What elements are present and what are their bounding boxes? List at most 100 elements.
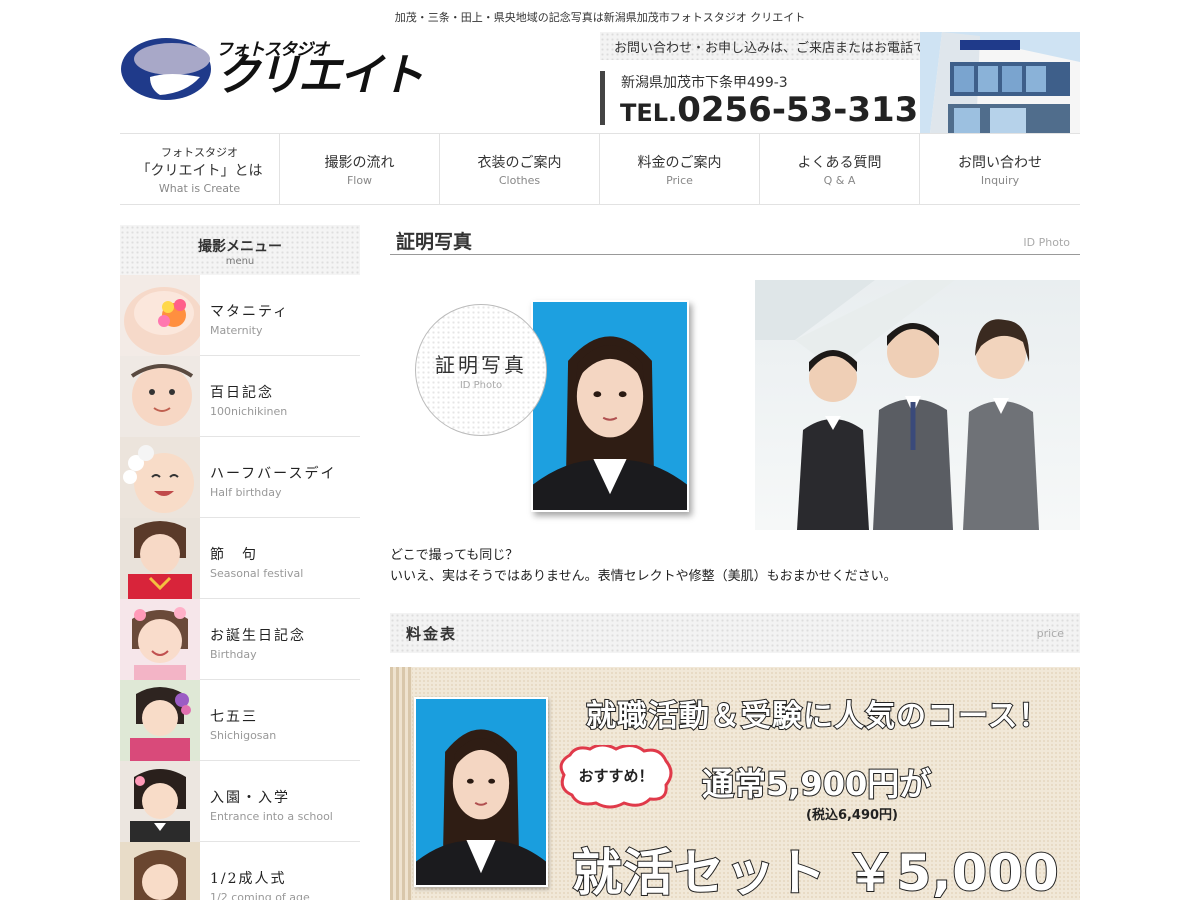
sidebar-text: 1/2成人式 1/2 coming of age ceremony xyxy=(200,842,360,900)
nav-inquiry-en: Inquiry xyxy=(980,173,1020,187)
nav-inquiry[interactable]: お問い合わせ Inquiry xyxy=(920,134,1080,204)
hero-label-circle: 証明写真 ID Photo xyxy=(415,304,547,436)
sidebar-item-label: お誕生日記念 xyxy=(210,628,306,644)
hero-visual: 証明写真 ID Photo xyxy=(390,280,1080,530)
sidebar-item-half-birthday[interactable]: ハーフバースデイ Half birthday xyxy=(120,437,360,518)
sidebar-item-100days[interactable]: 百日記念 100nichikinen xyxy=(120,356,360,437)
nav-clothes[interactable]: 衣装のご案内 Clothes xyxy=(440,134,600,204)
shop-building-image xyxy=(920,32,1080,133)
nav-about-en: What is Create xyxy=(158,181,241,195)
business-people-image xyxy=(755,280,1080,530)
main-content: 証明写真 ID Photo 証明写真 ID Photo どこで撮っても同じ？ い… xyxy=(390,225,1080,900)
sidebar-item-en: Seasonal festival xyxy=(210,567,304,580)
nav-flow-en: Flow xyxy=(346,173,373,187)
birthday-child-thumbnail xyxy=(120,599,200,680)
baby-thumbnail xyxy=(120,356,200,437)
sidebar-text: 七五三 Shichigosan xyxy=(200,680,360,761)
recommend-badge-text: おすすめ！ xyxy=(578,767,654,785)
banner-regular-price: 通常5,900円が xyxy=(701,764,932,804)
sidebar-text: 節 句 Seasonal festival xyxy=(200,518,360,599)
sidebar-item-label: 入園・入学 xyxy=(210,790,290,806)
sidebar-text: 百日記念 100nichikinen xyxy=(200,356,360,437)
banner-stripe xyxy=(390,667,412,900)
address: 新潟県加茂市下条甲499-3 xyxy=(621,75,788,91)
sidebar-item-birthday[interactable]: お誕生日記念 Birthday xyxy=(120,599,360,680)
contact-divider xyxy=(600,71,605,125)
sidebar-item-en: 1/2 coming of age ceremony xyxy=(210,891,310,900)
sidebar-text: ハーフバースデイ Half birthday xyxy=(200,437,360,518)
sidebar-item-entrance[interactable]: 入園・入学 Entrance into a school xyxy=(120,761,360,842)
nav-clothes-label: 衣装のご案内 xyxy=(477,154,562,171)
half-adult-thumbnail xyxy=(120,842,200,900)
job-hunting-banner[interactable]: 就職活動＆受験に人気のコース！ おすすめ！ 通常5,900円が (税込6,490… xyxy=(390,667,1080,900)
nav-price-en: Price xyxy=(666,173,693,187)
price-section-title: 料金表 xyxy=(406,625,458,643)
sidebar-title: 撮影メニュー xyxy=(198,239,282,255)
intro-line-2: いいえ、実はそうではありません。表情セレクトや修整（美肌）もおまかせください。 xyxy=(390,569,897,584)
intro-text: どこで撮っても同じ？ いいえ、実はそうではありません。表情セレクトや修整（美肌）… xyxy=(390,545,897,587)
sidebar-item-seasonal[interactable]: 節 句 Seasonal festival xyxy=(120,518,360,599)
sidebar-item-en: Birthday xyxy=(210,648,257,661)
price-section-en: price xyxy=(1036,627,1064,640)
tel-number: 0256-53-3131 xyxy=(677,90,942,130)
sidebar-item-label: マタニティ xyxy=(210,304,290,320)
baby-smile-thumbnail xyxy=(120,437,200,518)
header-contact: お問い合わせ・お申し込みは、ご来店またはお電話で 新潟県加茂市下条甲499-3 … xyxy=(600,30,1080,133)
nav-clothes-en: Clothes xyxy=(498,173,541,187)
school-child-thumbnail xyxy=(120,761,200,842)
sidebar-item-en: 100nichikinen xyxy=(210,405,288,418)
sidebar-item-en: Maternity xyxy=(210,324,263,337)
sidebar-menu: 撮影メニュー menu マタニティ Maternity 百日記念 100nich… xyxy=(120,225,360,900)
sidebar-text: 入園・入学 Entrance into a school xyxy=(200,761,360,842)
logo-text-big: クリエイト xyxy=(216,50,424,101)
banner-id-photo-image xyxy=(414,697,548,887)
nav-flow-label: 撮影の流れ xyxy=(324,154,395,171)
shichigosan-thumbnail xyxy=(120,680,200,761)
intro-line-1: どこで撮っても同じ？ xyxy=(390,548,519,563)
sidebar-item-label: 節 句 xyxy=(210,547,258,563)
phone-number[interactable]: TEL.0256-53-3131 xyxy=(620,90,942,130)
site-tagline: 加茂・三条・田上・県央地域の記念写真は新潟県加茂市フォトスタジオ クリエイト xyxy=(394,11,806,24)
site-logo[interactable]: フォトスタジオ クリエイト xyxy=(120,35,450,103)
sidebar-item-en: Entrance into a school xyxy=(210,810,333,823)
nav-about-pre: フォトスタジオ xyxy=(161,145,238,159)
sidebar-header: 撮影メニュー menu xyxy=(120,225,360,275)
hero-label-ja: 証明写真 xyxy=(435,353,527,377)
sidebar-text: お誕生日記念 Birthday xyxy=(200,599,360,680)
sidebar-title-en: menu xyxy=(225,256,255,267)
nav-price-label: 料金のご案内 xyxy=(637,154,722,171)
sidebar-item-label: 1/2成人式 xyxy=(210,871,287,887)
nav-qa-en: Q & A xyxy=(823,173,856,187)
nav-qa-label: よくある質問 xyxy=(797,154,882,171)
banner-offer-price: 就活セット ￥5,000 xyxy=(571,843,1060,900)
sidebar-item-maternity[interactable]: マタニティ Maternity xyxy=(120,275,360,356)
id-photo-image xyxy=(531,300,689,512)
sidebar-text: マタニティ Maternity xyxy=(200,275,360,356)
maternity-thumbnail xyxy=(120,275,200,356)
logo-mark-icon xyxy=(121,38,211,100)
price-section-header: 料金表 price xyxy=(390,613,1080,653)
sidebar-item-label: 七五三 xyxy=(210,709,258,725)
hero-label-en: ID Photo xyxy=(459,380,503,391)
nav-flow[interactable]: 撮影の流れ Flow xyxy=(280,134,440,204)
sidebar-item-shichigosan[interactable]: 七五三 Shichigosan xyxy=(120,680,360,761)
global-nav: フォトスタジオ 「クリエイト」とは What is Create 撮影の流れ F… xyxy=(120,133,1080,205)
contact-note: お問い合わせ・お申し込みは、ご来店またはお電話で xyxy=(614,41,927,56)
page-heading: 証明写真 ID Photo xyxy=(390,225,1080,255)
tel-prefix: TEL. xyxy=(620,99,678,127)
banner-headline: 就職活動＆受験に人気のコース！ xyxy=(585,698,1050,735)
sidebar-item-half-adult[interactable]: 1/2成人式 1/2 coming of age ceremony xyxy=(120,842,360,900)
sidebar-item-label: 百日記念 xyxy=(210,385,274,401)
nav-inquiry-label: お問い合わせ xyxy=(958,154,1042,171)
nav-qa[interactable]: よくある質問 Q & A xyxy=(760,134,920,204)
kimono-child-thumbnail xyxy=(120,518,200,599)
nav-price[interactable]: 料金のご案内 Price xyxy=(600,134,760,204)
page-title-en: ID Photo xyxy=(1023,236,1070,249)
nav-about[interactable]: フォトスタジオ 「クリエイト」とは What is Create xyxy=(120,134,280,204)
page-title: 証明写真 xyxy=(396,231,473,253)
nav-about-label: 「クリエイト」とは xyxy=(136,162,263,179)
sidebar-item-label: ハーフバースデイ xyxy=(210,466,337,482)
banner-tax-note: (税込6,490円) xyxy=(806,808,899,823)
sidebar-item-en: Half birthday xyxy=(210,486,282,499)
sidebar-item-en: Shichigosan xyxy=(210,729,277,742)
